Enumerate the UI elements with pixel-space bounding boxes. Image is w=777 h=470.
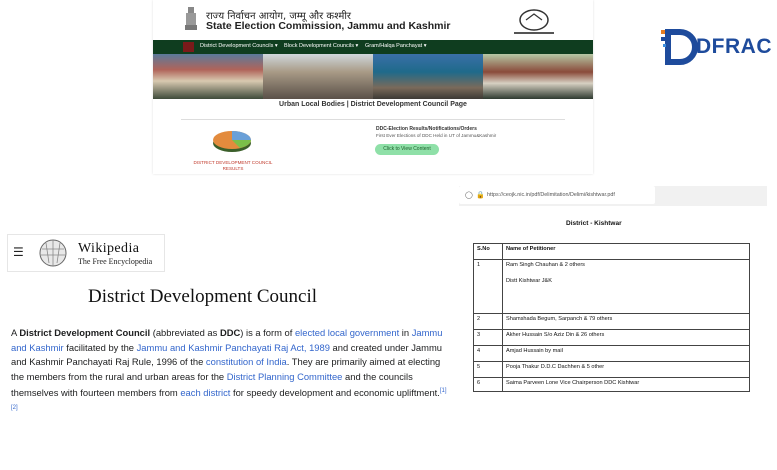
bold-term: DDC <box>219 327 241 338</box>
article-title-box: District Development Council <box>73 280 349 312</box>
wikipedia-tagline: The Free Encyclopedia <box>78 257 153 266</box>
table-row: 3 Akher Hussain S/o Aziz Din & 26 others <box>473 329 750 346</box>
petitioner-name: Pooja Thakur D.D.C Dachhen & 5 other <box>502 361 750 378</box>
lock-icon[interactable]: 🔒 <box>476 191 485 199</box>
petitioner-name: Saima Parveen Lone Vice Chairperson DDC … <box>502 377 750 392</box>
url-text[interactable]: https://ceojk.nic.in/pdf/Delimitation/De… <box>487 192 615 198</box>
sec-page-subtitle: Urban Local Bodies | District Developmen… <box>279 101 467 108</box>
text: in <box>399 327 412 338</box>
table-row: 4 Amjad Hussain by mail <box>473 345 750 362</box>
dfrac-wordmark: DFRAC <box>696 35 772 58</box>
serial-number: 6 <box>473 377 503 392</box>
results-label[interactable]: DISTRICT DEVELOPMENT COUNCIL RESULTS <box>183 160 283 172</box>
text: facilitated by the <box>63 341 137 353</box>
table-row: 2 Shamshada Begum, Sarpanch & 79 others <box>473 313 750 330</box>
petitioner-name-line: Ram Singh Chauhan & 2 others <box>506 262 585 268</box>
dfrac-d-logo-icon <box>661 29 698 65</box>
petitioner-address-line: Distt Kishtwar J&K <box>506 278 553 284</box>
serial-number: 2 <box>473 313 503 330</box>
link-constitution-of-india[interactable]: constitution of India <box>206 356 287 367</box>
serial-number: 1 <box>473 259 503 314</box>
nav-item-panchayat[interactable]: Gram/Halqa Panchayat ▾ <box>365 43 426 49</box>
wikipedia-globe-icon[interactable] <box>38 238 68 268</box>
notice-subtitle: First Ever Elections of DDC Held in UT o… <box>376 133 497 138</box>
article-intro-box: A District Development Council (abbrevia… <box>5 318 453 411</box>
pdf-page: District - Kishtwar S.No Name of Petitio… <box>459 206 767 403</box>
text: (abbreviated as <box>150 327 220 338</box>
table-row: 1 Ram Singh Chauhan & 2 others Distt Kish… <box>473 259 750 314</box>
petitioner-name: Shamshada Begum, Sarpanch & 79 others <box>502 313 750 330</box>
serial-number: 5 <box>473 361 503 378</box>
divider <box>181 119 565 120</box>
text: ) is a form of <box>240 327 295 338</box>
hamburger-menu-icon[interactable]: ☰ <box>13 246 24 258</box>
banner-photo-strip <box>153 54 593 99</box>
table-header-row: S.No Name of Petitioner <box>473 243 750 260</box>
table-row: 6 Saima Parveen Lone Vice Chairperson DD… <box>473 377 750 392</box>
article-title: District Development Council <box>88 286 318 307</box>
serial-number: 3 <box>473 329 503 346</box>
column-header: S.No <box>473 243 503 260</box>
text: for speedy development and economic upli… <box>230 387 440 399</box>
wikipedia-wordmark: Wikipedia <box>78 241 140 256</box>
link-panchayati-raj-act[interactable]: Jammu and Kashmir Panchayati Raj Act, 19… <box>137 342 330 353</box>
pdf-viewer: ◯ 🔒 https://ceojk.nic.in/pdf/Delimitatio… <box>459 186 767 403</box>
notice-title: DDC-Election Results/Notifications/Order… <box>376 126 477 132</box>
shield-icon[interactable]: ◯ <box>465 191 473 199</box>
home-icon[interactable] <box>183 42 194 52</box>
petitioner-name: Akher Hussain S/o Aziz Din & 26 others <box>502 329 750 346</box>
serial-number: 4 <box>473 345 503 362</box>
petitioner-name: Ram Singh Chauhan & 2 others Distt Kishtw… <box>502 259 750 314</box>
view-content-button[interactable]: Click to View Content <box>375 144 439 155</box>
nav-item-ddc[interactable]: District Development Councils ▾ <box>200 43 278 49</box>
link-each-district[interactable]: each district <box>180 388 230 399</box>
article-intro-paragraph: A District Development Council (abbrevia… <box>11 326 449 418</box>
sec-title: State Election Commission, Jammu and Kas… <box>206 20 451 32</box>
table-row: 5 Pooja Thakur D.D.C Dachhen & 5 other <box>473 361 750 378</box>
address-bar[interactable]: ◯ 🔒 https://ceojk.nic.in/pdf/Delimitatio… <box>459 186 655 204</box>
petitioners-table: S.No Name of Petitioner 1 Ram Singh Chau… <box>473 243 750 392</box>
petitioner-name: Amjad Hussain by mail <box>502 345 750 362</box>
bold-term: District Development Council <box>19 327 151 338</box>
pdf-document-title: District - Kishtwar <box>566 220 622 227</box>
sec-header: राज्य निर्वाचन आयोग, जम्मू और कश्मीर Sta… <box>153 0 593 40</box>
election-logo-icon <box>514 9 554 34</box>
wikipedia-header: ☰ Wikipedia The Free Encyclopedia <box>7 234 165 272</box>
column-header: Name of Petitioner <box>502 243 750 260</box>
national-emblem-icon <box>185 7 197 30</box>
sec-nav-bar: District Development Councils ▾ Block De… <box>153 40 593 54</box>
results-pie-icon[interactable] <box>210 126 254 154</box>
nav-item-bdc[interactable]: Block Development Councils ▾ <box>284 43 358 49</box>
sec-website-panel: राज्य निर्वाचन आयोग, जम्मू और कश्मीर Sta… <box>153 0 593 174</box>
link-district-planning-committee[interactable]: District Planning Committee <box>227 371 343 382</box>
link-elected-local-government[interactable]: elected local government <box>295 327 399 338</box>
dfrac-logo: DFRAC <box>660 28 772 66</box>
